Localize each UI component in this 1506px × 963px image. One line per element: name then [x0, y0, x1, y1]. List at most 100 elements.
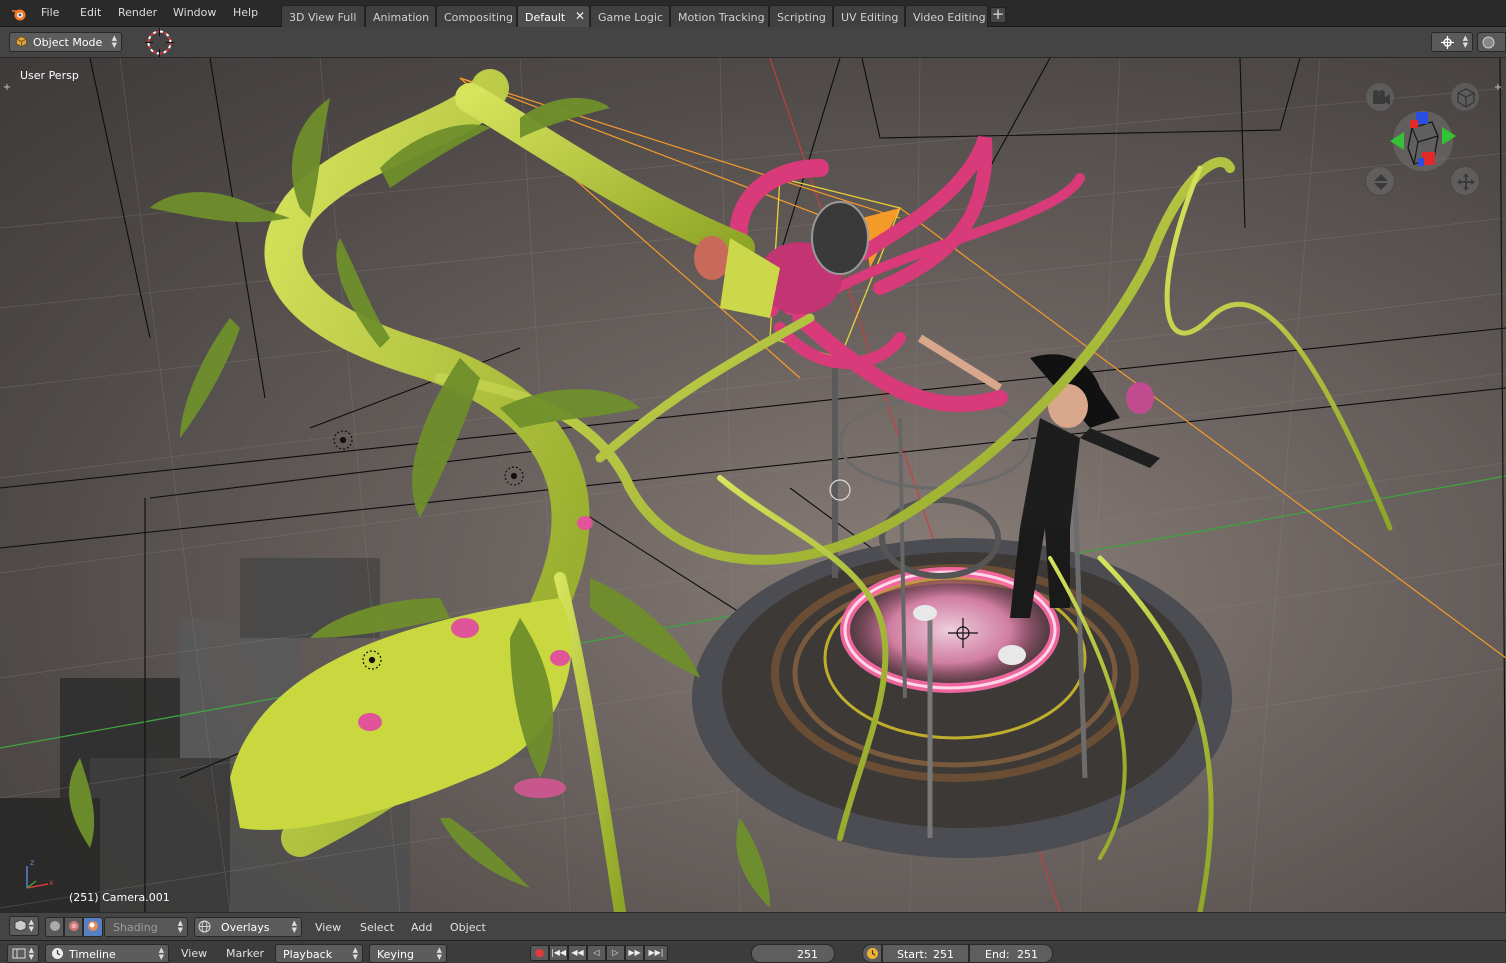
play-reverse-button[interactable]: ◁ — [587, 945, 606, 961]
playback-label: Playback — [283, 948, 333, 961]
ortho-view-icon — [1457, 88, 1475, 108]
top-bar: File Edit Render Window Help 3D View Ful… — [0, 0, 1506, 27]
tab-default[interactable]: Default ✕ — [517, 5, 590, 27]
active-object-label: (251) Camera.001 — [69, 891, 170, 904]
shading-material-button[interactable] — [64, 917, 83, 937]
menu-object[interactable]: Object — [450, 921, 486, 934]
shading-render-icon — [88, 921, 98, 931]
start-value: 251 — [933, 948, 954, 961]
play-reverse-icon: ◁ — [593, 948, 600, 957]
overlays-dropdown[interactable]: Overlays ▲ ▼ — [194, 917, 302, 937]
chevron-updown-icon: ▲ ▼ — [28, 946, 34, 961]
timeline-menu-view[interactable]: View — [181, 947, 207, 960]
menu-render[interactable]: Render — [118, 6, 157, 19]
tab-video-editing[interactable]: Video Editing — [905, 5, 988, 27]
jump-start-icon: |◀◀ — [551, 948, 566, 957]
menu-file[interactable]: File — [41, 6, 59, 19]
menu-help[interactable]: Help — [233, 6, 258, 19]
view-label: User Persp — [20, 69, 79, 82]
globe-icon — [198, 920, 211, 933]
jump-start-button[interactable]: |◀◀ — [549, 945, 568, 961]
timeline-editor-icon — [12, 948, 26, 959]
add-workspace-button[interactable]: + — [990, 7, 1006, 23]
keying-dropdown[interactable]: Keying ▲ ▼ — [369, 944, 447, 963]
shading-label: Shading — [113, 921, 158, 934]
toolbar-expand-icon[interactable]: + — [2, 83, 12, 93]
proportional-edit-button[interactable] — [1477, 32, 1506, 52]
chevron-updown-icon: ▲ ▼ — [111, 34, 117, 49]
menu-view[interactable]: View — [315, 921, 341, 934]
record-icon: ● — [534, 946, 545, 959]
editor-type-dropdown[interactable]: ▲ ▼ — [9, 916, 39, 936]
tab-label: Motion Tracking — [678, 11, 765, 24]
axis-z-label: z — [30, 858, 35, 867]
tab-label: Game Logic — [598, 11, 663, 24]
end-value: 251 — [1017, 948, 1038, 961]
play-button[interactable]: ▷ — [606, 945, 625, 961]
shading-solid-icon — [50, 921, 60, 931]
chevron-updown-icon: ▲ ▼ — [352, 946, 358, 961]
shading-dropdown[interactable]: Shading ▲ ▼ — [104, 917, 188, 937]
chevron-updown-icon: ▲ ▼ — [177, 919, 183, 934]
menu-window[interactable]: Window — [173, 6, 216, 19]
tab-game-logic[interactable]: Game Logic — [590, 5, 670, 27]
chevron-updown-icon: ▲ ▼ — [1462, 34, 1468, 49]
menu-edit[interactable]: Edit — [80, 6, 101, 19]
tab-label: Video Editing — [913, 11, 986, 24]
prev-key-icon: ◀◀ — [571, 948, 584, 957]
preview-range-button[interactable] — [862, 944, 882, 963]
tab-label: Animation — [373, 11, 430, 24]
timeline-dropdown[interactable]: Timeline ▲ ▼ — [45, 944, 169, 963]
timeline-menu-marker[interactable]: Marker — [226, 947, 264, 960]
shading-material-icon — [69, 921, 79, 931]
tab-3d-view-full[interactable]: 3D View Full — [281, 5, 365, 27]
pivot-dropdown[interactable]: ▲ ▼ — [1431, 32, 1473, 52]
clock-icon — [867, 948, 878, 959]
jump-end-button[interactable]: ▶▶| — [644, 945, 668, 961]
zoom-icon — [1374, 174, 1388, 190]
viewport-type-icon — [14, 919, 27, 932]
sidebar-expand-icon[interactable]: + — [1493, 83, 1503, 93]
mode-dropdown[interactable]: Object Mode ▲ ▼ — [9, 32, 122, 52]
cursor-icon[interactable] — [144, 28, 175, 57]
start-label: Start: — [897, 948, 928, 961]
mode-label: Object Mode — [33, 36, 103, 49]
chevron-updown-icon: ▲ ▼ — [28, 918, 34, 933]
viewport-header: Object Mode ▲ ▼ ▲ ▼ — [0, 27, 1506, 58]
record-button[interactable]: ● — [530, 945, 549, 961]
prev-key-button[interactable]: ◀◀ — [568, 945, 587, 961]
start-frame-field[interactable]: Start: 251 — [882, 944, 969, 963]
shading-render-button[interactable] — [83, 917, 103, 937]
end-frame-field[interactable]: End: 251 — [969, 944, 1053, 963]
jump-end-icon: ▶▶| — [648, 948, 664, 957]
tab-scripting[interactable]: Scripting — [769, 5, 833, 27]
scene-render — [0, 58, 1506, 912]
tab-compositing[interactable]: Compositing — [436, 5, 517, 27]
close-icon[interactable]: ✕ — [575, 9, 585, 23]
tab-motion-tracking[interactable]: Motion Tracking — [670, 5, 769, 27]
playback-dropdown[interactable]: Playback ▲ ▼ — [275, 944, 363, 963]
tab-uv-editing[interactable]: UV Editing — [833, 5, 905, 27]
tab-label: Default — [525, 11, 566, 24]
timeline-header: ▲ ▼ Timeline ▲ ▼ View Marker Playback ▲ ▼ K… — [0, 940, 1506, 963]
cube-icon — [16, 36, 27, 47]
chevron-updown-icon: ▲ ▼ — [291, 919, 297, 934]
tab-label: Scripting — [777, 11, 826, 24]
menu-select[interactable]: Select — [360, 921, 394, 934]
orientation-gizmo[interactable] — [1388, 108, 1458, 174]
timeline-editor-type[interactable]: ▲ ▼ — [7, 944, 39, 963]
next-key-button[interactable]: ▶▶ — [625, 945, 644, 961]
keying-label: Keying — [377, 948, 414, 961]
chevron-updown-icon: ▲ ▼ — [158, 946, 164, 961]
overlays-label: Overlays — [221, 921, 270, 934]
tab-animation[interactable]: Animation — [365, 5, 436, 27]
next-key-icon: ▶▶ — [628, 948, 641, 957]
menu-add[interactable]: Add — [411, 921, 432, 934]
shading-solid-button[interactable] — [45, 917, 64, 937]
current-frame-field[interactable]: 251 — [751, 944, 835, 963]
blender-logo-icon[interactable] — [11, 6, 27, 22]
play-icon: ▷ — [612, 948, 619, 957]
3d-viewport[interactable]: z x User Persp (251) Camera.001 + + — [0, 58, 1506, 912]
chevron-updown-icon: ▲ ▼ — [436, 946, 442, 961]
tab-label: UV Editing — [841, 11, 899, 24]
